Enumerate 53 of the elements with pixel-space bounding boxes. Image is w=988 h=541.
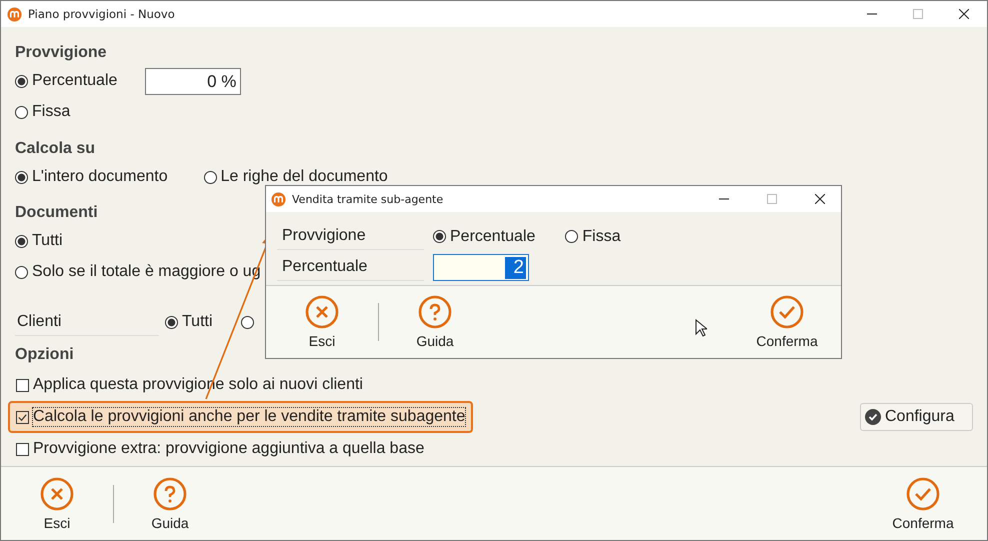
radio-button[interactable]	[15, 234, 28, 248]
close-circle-icon	[40, 476, 74, 510]
radio-button[interactable]	[204, 170, 217, 184]
help-button[interactable]: Guida	[395, 295, 475, 349]
field-label: Percentuale	[277, 254, 424, 281]
close-icon[interactable]	[959, 9, 969, 19]
field-label: Clienti	[15, 308, 159, 336]
radio-button[interactable]	[433, 230, 446, 243]
app-logo-icon	[7, 6, 22, 22]
section-heading: Opzioni	[15, 346, 75, 365]
exit-button[interactable]: Esci	[17, 476, 97, 530]
help-button[interactable]: Guida	[130, 476, 210, 530]
configure-button[interactable]: Configura	[860, 403, 973, 431]
exit-button[interactable]: Esci	[282, 295, 362, 349]
option-label: Provvigione extra: provvigione aggiuntiva a quella base	[33, 440, 424, 458]
percent-field[interactable]: 0 %	[145, 68, 242, 94]
option-label: L'intero documento	[32, 168, 168, 186]
section-heading: Calcola su	[15, 140, 96, 159]
option-label: Tutti	[182, 313, 213, 331]
close-circle-icon	[305, 295, 339, 329]
option-label: Fissa	[32, 103, 70, 121]
radio-button[interactable]	[565, 230, 578, 243]
radio-button[interactable]	[15, 106, 28, 118]
radio-button[interactable]	[15, 74, 28, 88]
mouse-cursor-icon	[695, 319, 707, 337]
percent-field[interactable]: 2	[433, 254, 529, 281]
question-circle-icon	[418, 295, 452, 329]
option-label: Calcola le provvigioni anche per le vendite tramite subagente	[33, 408, 466, 426]
radio-button[interactable]	[15, 266, 28, 278]
field-label: Provvigione	[277, 223, 424, 250]
checkbox[interactable]	[16, 410, 29, 424]
option-label: Tutti	[32, 232, 63, 250]
check-circle-icon	[865, 409, 881, 425]
dialog-title: Vendita tramite sub-agente	[292, 192, 444, 206]
section-heading: Provvigione	[15, 44, 108, 63]
option-label: Percentuale	[450, 228, 536, 246]
question-circle-icon	[153, 476, 187, 510]
option-label: Fissa	[582, 228, 621, 246]
radio-button[interactable]	[165, 316, 178, 328]
section-heading: Documenti	[15, 204, 99, 223]
check-circle-icon	[906, 476, 940, 510]
app-logo-icon	[271, 192, 286, 206]
confirm-button[interactable]: Conferma	[883, 476, 963, 530]
window-title: Piano provvigioni - Nuovo	[28, 7, 175, 21]
radio-button[interactable]	[240, 316, 254, 328]
radio-button[interactable]	[15, 170, 28, 184]
option-label: Percentuale	[32, 72, 118, 90]
checkbox[interactable]	[16, 442, 29, 456]
checkbox[interactable]	[16, 378, 29, 392]
confirm-button[interactable]: Conferma	[747, 295, 827, 349]
option-label: Le righe del documento	[220, 168, 388, 186]
check-circle-icon	[770, 295, 804, 329]
close-icon[interactable]	[815, 194, 825, 204]
